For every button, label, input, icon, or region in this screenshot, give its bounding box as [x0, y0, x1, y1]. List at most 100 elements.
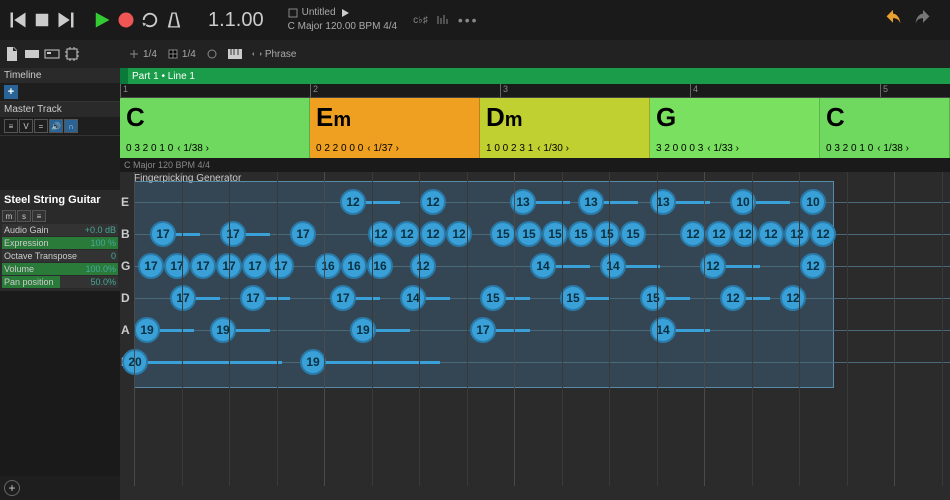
ruler-mark: 1 [120, 84, 128, 97]
note[interactable]: 15 [568, 221, 594, 247]
stop-button[interactable] [32, 10, 52, 30]
track-panel[interactable]: Steel String Guitar m s ≡ Audio Gain+0.0… [0, 190, 120, 291]
note[interactable]: 17 [240, 285, 266, 311]
note[interactable]: 20 [122, 349, 148, 375]
note[interactable]: 19 [300, 349, 326, 375]
track-menu-button[interactable]: ≡ [32, 210, 46, 222]
sub-info-bar: C Major 120 BPM 4/4 [120, 158, 950, 172]
note[interactable]: 15 [490, 221, 516, 247]
note[interactable]: 15 [516, 221, 542, 247]
chord-block[interactable]: Dm1 0 0 2 3 1 ‹ 1/30 › [480, 98, 650, 158]
note[interactable]: 12 [732, 221, 758, 247]
note[interactable]: 17 [190, 253, 216, 279]
note-editor[interactable]: Fingerpicking Generator EBGDAE 121213131… [120, 172, 950, 486]
mt-headphone-icon[interactable]: ∩ [64, 119, 78, 133]
chord-block[interactable]: C0 3 2 0 1 0 ‹ 1/38 › [120, 98, 310, 158]
note[interactable]: 17 [150, 221, 176, 247]
note[interactable]: 12 [780, 285, 806, 311]
play-button[interactable] [92, 10, 112, 30]
note[interactable]: 17 [220, 221, 246, 247]
param-volume[interactable]: Volume100.0% [2, 263, 118, 275]
mt-speaker-icon[interactable]: 🔊 [49, 119, 63, 133]
note[interactable]: 17 [164, 253, 190, 279]
note[interactable]: 17 [290, 221, 316, 247]
note[interactable]: 12 [420, 189, 446, 215]
note[interactable]: 17 [268, 253, 294, 279]
note[interactable]: 12 [784, 221, 810, 247]
note[interactable]: 17 [138, 253, 164, 279]
note[interactable]: 15 [594, 221, 620, 247]
more-icon[interactable]: ••• [458, 12, 479, 28]
note[interactable]: 12 [810, 221, 836, 247]
note[interactable]: 15 [542, 221, 568, 247]
bars-icon[interactable] [436, 13, 450, 27]
note[interactable]: 16 [315, 253, 341, 279]
loop-button[interactable] [140, 10, 160, 30]
chord-block[interactable]: C0 3 2 0 1 0 ‹ 1/38 › [820, 98, 950, 158]
project-title[interactable]: Untitled [302, 6, 336, 20]
forward-button[interactable] [56, 10, 76, 30]
mute-button[interactable]: m [2, 210, 16, 222]
param-octave-transpose[interactable]: Octave Transpose0 [2, 250, 118, 262]
chord-block[interactable]: Em0 2 2 0 0 0 ‹ 1/37 › [310, 98, 480, 158]
note[interactable]: 15 [640, 285, 666, 311]
note[interactable]: 12 [758, 221, 784, 247]
note[interactable]: 15 [620, 221, 646, 247]
note[interactable]: 15 [480, 285, 506, 311]
snap-setting[interactable]: 1/4 [128, 48, 157, 60]
note[interactable]: 12 [680, 221, 706, 247]
loop-toggle[interactable] [206, 48, 218, 60]
project-meta[interactable]: C Major 120.00 BPM 4/4 [288, 20, 398, 34]
note[interactable]: 10 [800, 189, 826, 215]
mt-v-icon[interactable]: V [19, 119, 33, 133]
add-timeline-button[interactable]: + [4, 85, 18, 99]
mt-bars-icon[interactable]: ≡ [4, 119, 18, 133]
chord-icon[interactable]: c♭♯ [413, 15, 428, 26]
timeline-ruler[interactable]: 12345 [120, 84, 950, 98]
solo-button[interactable]: s [17, 210, 31, 222]
note[interactable]: 14 [650, 317, 676, 343]
note[interactable]: 17 [170, 285, 196, 311]
note[interactable]: 15 [560, 285, 586, 311]
note[interactable]: 12 [394, 221, 420, 247]
note[interactable]: 17 [470, 317, 496, 343]
note[interactable]: 14 [530, 253, 556, 279]
note[interactable]: 16 [341, 253, 367, 279]
note[interactable]: 12 [720, 285, 746, 311]
note[interactable]: 17 [330, 285, 356, 311]
note[interactable]: 13 [578, 189, 604, 215]
undo-button[interactable] [882, 9, 904, 31]
card1-icon[interactable] [24, 46, 40, 62]
note[interactable]: 17 [242, 253, 268, 279]
note[interactable]: 12 [706, 221, 732, 247]
mt-eq-icon[interactable]: = [34, 119, 48, 133]
param-pan-position[interactable]: Pan position50.0% [2, 276, 118, 288]
rewind-button[interactable] [8, 10, 28, 30]
chip-icon[interactable] [64, 46, 80, 62]
chord-block[interactable]: G3 2 0 0 0 3 ‹ 1/33 › [650, 98, 820, 158]
card2-icon[interactable] [44, 46, 60, 62]
metronome-button[interactable] [164, 10, 184, 30]
keyboard-icon[interactable] [228, 49, 242, 59]
note[interactable]: 12 [410, 253, 436, 279]
part-handle[interactable] [120, 68, 128, 84]
note[interactable]: 13 [650, 189, 676, 215]
note[interactable]: 19 [210, 317, 236, 343]
note[interactable]: 12 [800, 253, 826, 279]
new-file-icon[interactable] [4, 46, 20, 62]
play-small-icon[interactable] [340, 8, 350, 18]
param-audio-gain[interactable]: Audio Gain+0.0 dB [2, 224, 118, 236]
grid-setting[interactable]: 1/4 [167, 48, 196, 60]
note[interactable]: 12 [340, 189, 366, 215]
note[interactable]: 14 [600, 253, 626, 279]
phrase-button[interactable]: Phrase [252, 49, 297, 60]
part-strip[interactable]: Part 1 • Line 1 [120, 68, 950, 84]
note[interactable]: 12 [420, 221, 446, 247]
param-expression[interactable]: Expression100 % [2, 237, 118, 249]
add-track-button[interactable]: + [4, 480, 20, 496]
note[interactable]: 19 [134, 317, 160, 343]
note[interactable]: 14 [400, 285, 426, 311]
redo-button[interactable] [912, 9, 934, 31]
note[interactable]: 12 [446, 221, 472, 247]
record-button[interactable] [116, 10, 136, 30]
